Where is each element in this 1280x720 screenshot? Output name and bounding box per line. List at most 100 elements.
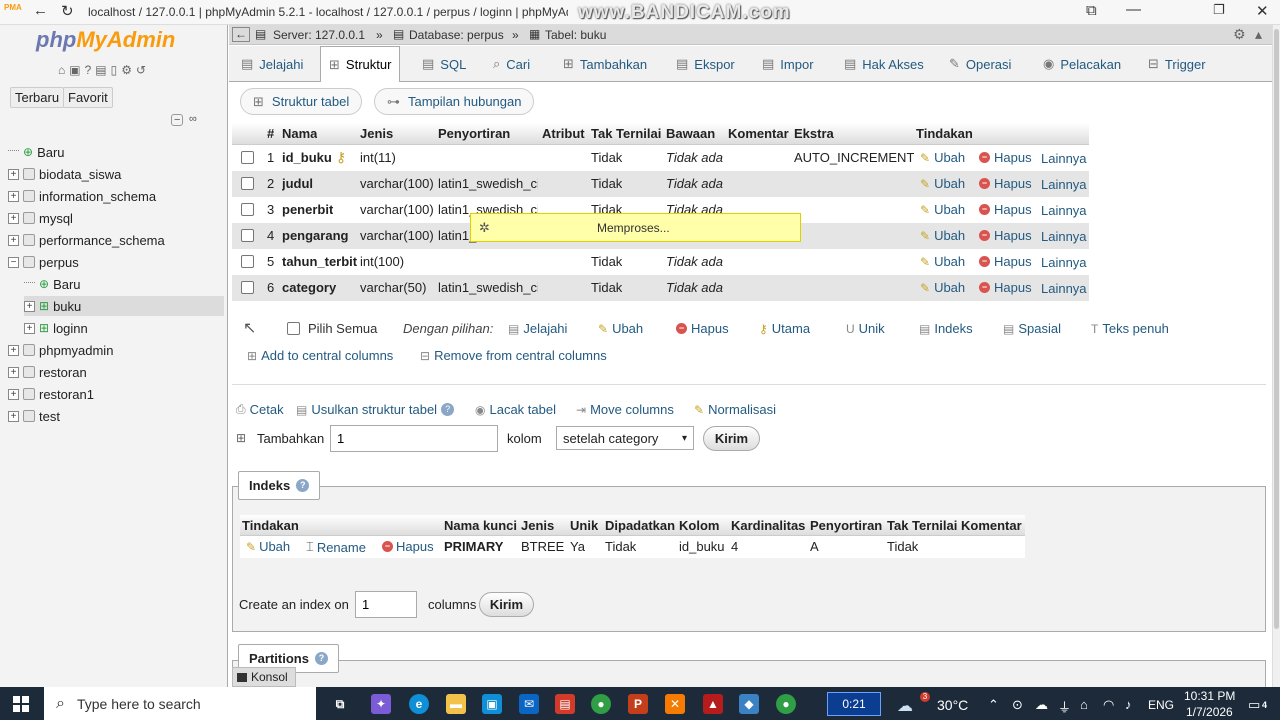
task-view-icon[interactable]: ⧉ — [330, 694, 350, 714]
index-rename-action[interactable]: ⌶ Rename — [306, 539, 366, 555]
column-header[interactable]: Tindakan — [916, 126, 973, 141]
propose-structure-link[interactable]: ▤ Usulkan struktur tabel? — [296, 402, 455, 417]
more-action[interactable]: Lainnya — [1041, 177, 1087, 192]
tab-insert[interactable]: ⊞ Tambahkan — [555, 46, 655, 82]
row-checkbox[interactable] — [241, 203, 254, 216]
tree-item[interactable]: ⊕ Baru — [24, 274, 81, 294]
expand-icon[interactable]: + — [8, 190, 19, 202]
more-action[interactable]: Lainnya — [1041, 203, 1087, 218]
tab-triggers[interactable]: ⊟ Trigger — [1140, 46, 1214, 82]
create-index-count-input[interactable] — [355, 591, 417, 618]
home-icon[interactable]: ⌂ — [58, 63, 65, 77]
settings-icon[interactable]: ⚙ — [121, 63, 132, 77]
tray-chevron-icon[interactable]: ⌃ — [988, 697, 999, 713]
change-action[interactable]: ✎ Ubah — [920, 150, 965, 165]
bulk-browse[interactable]: ▤ Jelajahi — [508, 321, 567, 336]
bulk-unique[interactable]: U Unik — [846, 321, 885, 336]
bulk-change[interactable]: ✎ Ubah — [598, 321, 643, 336]
more-action[interactable]: Lainnya — [1041, 255, 1087, 270]
bulk-drop[interactable]: − Hapus — [676, 321, 729, 336]
move-columns-link[interactable]: ⇥ Move columns — [576, 402, 674, 417]
add-column-submit[interactable]: Kirim — [703, 426, 760, 451]
tree-item[interactable]: + ⊞ loginn — [24, 318, 88, 338]
chrome-icon[interactable]: ● — [591, 694, 611, 714]
tree-item[interactable]: + restoran — [8, 362, 87, 382]
column-header[interactable]: Komentar — [728, 126, 789, 141]
add-central-columns[interactable]: ⊞ Add to central columns — [247, 348, 393, 363]
reload-icon[interactable]: ↻ — [61, 2, 74, 20]
tab-browse[interactable]: ▤ Jelajahi — [233, 46, 311, 82]
app-icon[interactable]: ▤ — [555, 694, 575, 714]
box-app-icon[interactable]: ◆ — [739, 694, 759, 714]
relation-view-button[interactable]: ⊶ Tampilan hubungan — [374, 88, 535, 115]
help-icon[interactable]: ? — [314, 652, 328, 665]
docs-icon[interactable]: ▤ — [95, 63, 106, 77]
tree-item[interactable]: + biodata_siswa — [8, 164, 121, 184]
powerpoint-icon[interactable]: P — [628, 694, 648, 714]
more-action[interactable]: Lainnya — [1041, 229, 1087, 244]
column-header[interactable]: Jenis — [360, 126, 393, 141]
expand-icon[interactable]: + — [8, 168, 19, 180]
more-action[interactable]: Lainnya — [1041, 151, 1087, 166]
print-link[interactable]: ⎙ Cetak — [236, 402, 284, 417]
column-header[interactable]: Atribut — [542, 126, 585, 141]
tab-privileges[interactable]: ▤ Hak Akses — [836, 46, 932, 82]
copy-icon[interactable]: ▯ — [111, 63, 118, 77]
back-arrow-icon[interactable]: ← — [33, 2, 48, 19]
expand-icon[interactable]: + — [8, 410, 19, 422]
tree-item[interactable]: + restoran1 — [8, 384, 94, 404]
expand-icon[interactable]: + — [8, 388, 19, 400]
collapse-icon[interactable]: − — [8, 256, 19, 268]
recent-button[interactable]: Terbaru — [10, 87, 65, 108]
restore-icon[interactable]: ❐ — [1213, 2, 1225, 18]
expand-icon[interactable]: + — [8, 366, 19, 378]
change-action[interactable]: ✎ Ubah — [920, 280, 965, 295]
drop-action[interactable]: − Hapus — [979, 254, 1032, 269]
drop-action[interactable]: − Hapus — [979, 176, 1032, 191]
column-header[interactable]: Tak Ternilai — [591, 126, 661, 141]
drop-action[interactable]: − Hapus — [979, 228, 1032, 243]
remove-central-columns[interactable]: ⊟ Remove from central columns — [420, 348, 607, 363]
help-icon[interactable]: ? — [296, 479, 310, 492]
recording-timer[interactable]: 0:21 — [827, 692, 881, 716]
page-scrollbar[interactable] — [1272, 25, 1280, 687]
chrome-window-icon[interactable]: ● — [776, 694, 796, 714]
tree-item[interactable]: + phpmyadmin — [8, 340, 113, 360]
help-icon[interactable]: ? — [441, 403, 455, 416]
expand-icon[interactable]: + — [8, 212, 19, 224]
row-checkbox[interactable] — [241, 151, 254, 164]
tree-item[interactable]: + test — [8, 406, 60, 426]
drop-action[interactable]: − Hapus — [979, 202, 1032, 217]
breadcrumb-server[interactable]: Server: 127.0.0.1 — [273, 28, 365, 42]
column-header[interactable]: Bawaan — [666, 126, 715, 141]
drop-action[interactable]: − Hapus — [979, 280, 1032, 295]
tree-item[interactable]: + mysql — [8, 208, 73, 228]
favorite-button[interactable]: Favorit — [63, 87, 113, 108]
normalize-link[interactable]: ✎ Normalisasi — [694, 402, 776, 417]
change-action[interactable]: ✎ Ubah — [920, 202, 965, 217]
scrollbar-thumb[interactable] — [1274, 29, 1279, 629]
check-all[interactable]: Pilih Semua — [287, 321, 377, 336]
column-header[interactable]: # — [267, 126, 274, 141]
file-explorer-icon[interactable]: ▬ — [446, 694, 466, 714]
tab-operations[interactable]: ✎ Operasi — [941, 46, 1019, 82]
tree-item[interactable]: + performance_schema — [8, 230, 165, 250]
bulk-primary[interactable]: ⚷ Utama — [759, 321, 810, 336]
minimize-icon[interactable]: — — [1126, 1, 1141, 18]
track-table-link[interactable]: ◉ Lacak tabel — [475, 402, 556, 417]
expand-icon[interactable]: + — [24, 300, 35, 312]
extensions-icon[interactable]: ⧉ — [1086, 2, 1097, 19]
settings-gear-icon[interactable]: ⚙ — [1233, 26, 1246, 43]
edge-icon[interactable]: e — [409, 694, 429, 714]
create-index-submit[interactable]: Kirim — [479, 592, 534, 617]
usb-icon[interactable]: ⏚ — [1058, 697, 1071, 716]
tree-item[interactable]: + information_schema — [8, 186, 156, 206]
bulk-index[interactable]: ▤ Indeks — [919, 321, 973, 336]
collapse-nav-icon[interactable]: ← — [232, 27, 250, 42]
expand-icon[interactable]: + — [8, 344, 19, 356]
mail-icon[interactable]: ✉ — [519, 694, 539, 714]
breadcrumb-table[interactable]: Tabel: buku — [545, 28, 606, 42]
row-checkbox[interactable] — [241, 177, 254, 190]
logout-icon[interactable]: ▣ — [69, 63, 80, 77]
column-header[interactable]: Nama — [282, 126, 317, 141]
